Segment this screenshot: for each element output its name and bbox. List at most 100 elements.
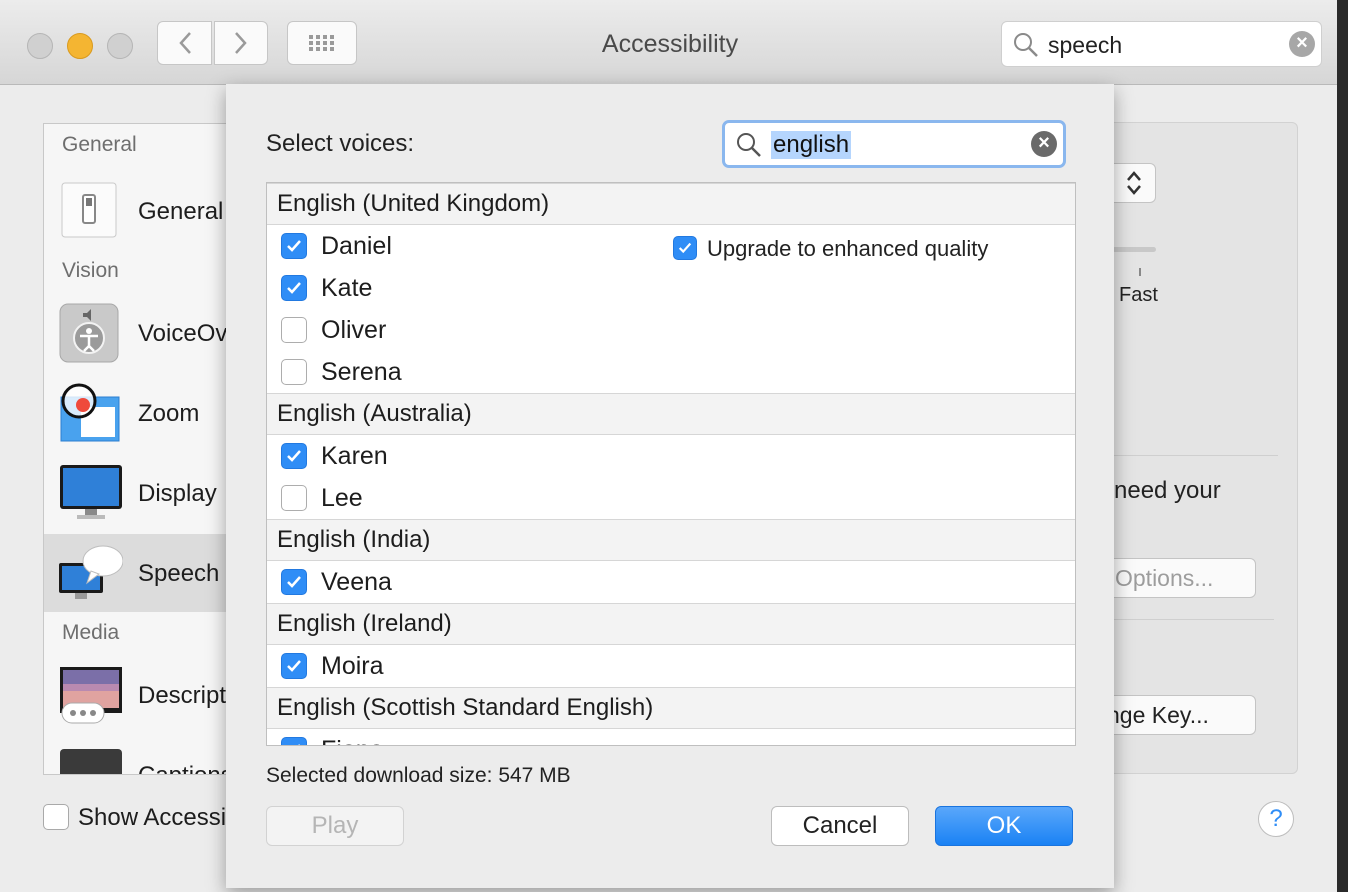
fast-label: Fast xyxy=(1119,284,1158,306)
group-header: English (Australia) xyxy=(267,393,1075,435)
sidebar-item-display[interactable]: Display xyxy=(44,454,229,532)
preferences-search-text: speech xyxy=(1048,32,1123,58)
accessibility-sidebar: General General Vision VoiceOver Zoom Di xyxy=(43,123,230,775)
voices-search-text: english xyxy=(771,131,852,159)
select-voices-sheet: Select voices: english × English (United… xyxy=(226,84,1114,888)
voices-search-field[interactable]: english × xyxy=(722,120,1066,168)
voice-name: Daniel xyxy=(321,232,392,260)
sidebar-item-voiceover[interactable]: VoiceOver xyxy=(44,294,229,372)
group-header: English (India) xyxy=(267,519,1075,561)
chevron-right-icon xyxy=(235,32,247,54)
sidebar-item-captions[interactable]: Captions xyxy=(44,736,229,774)
voice-row-moira[interactable]: Moira xyxy=(267,645,1075,687)
sidebar-item-descriptions[interactable]: Descriptions xyxy=(44,656,229,734)
voices-list[interactable]: English (United Kingdom) Daniel Upgrade … xyxy=(266,182,1076,746)
voice-row-kate[interactable]: Kate xyxy=(267,267,1075,309)
slider-tick xyxy=(1139,268,1141,276)
options-button[interactable]: Options... xyxy=(1106,558,1256,598)
sidebar-item-label: VoiceOver xyxy=(138,320,229,347)
checkbox-checked[interactable] xyxy=(281,443,307,469)
checkbox-checked[interactable] xyxy=(281,233,307,259)
voice-name: Karen xyxy=(321,442,388,470)
voiceover-icon xyxy=(59,303,119,363)
ok-button[interactable]: OK xyxy=(935,806,1073,846)
voice-row-fiona[interactable]: Fiona xyxy=(267,729,1075,745)
checkbox-unchecked[interactable] xyxy=(281,485,307,511)
minimize-window-button[interactable] xyxy=(67,33,93,59)
back-button[interactable] xyxy=(157,21,212,65)
up-down-chevron-icon xyxy=(1127,171,1141,195)
sidebar-header-general: General xyxy=(62,133,137,156)
show-accessibility-label: Show Accessibility status in menu bar xyxy=(78,804,226,831)
download-size-label: Selected download size: 547 MB xyxy=(266,764,571,787)
search-icon xyxy=(737,133,761,157)
speech-icon xyxy=(59,543,124,601)
clear-search-icon[interactable]: × xyxy=(1289,31,1315,57)
window-title: Accessibility xyxy=(601,30,739,58)
sidebar-item-label: Captions xyxy=(138,762,229,774)
checkbox-checked[interactable] xyxy=(281,275,307,301)
sidebar-item-label: Speech xyxy=(138,560,220,587)
checkbox-checked[interactable] xyxy=(281,737,307,745)
checkbox-checked[interactable] xyxy=(281,569,307,595)
voice-row-oliver[interactable]: Oliver xyxy=(267,309,1075,351)
play-button[interactable]: Play xyxy=(266,806,404,846)
voice-row-daniel[interactable]: Daniel Upgrade to enhanced quality xyxy=(267,225,1075,267)
change-key-button-label: nge Key... xyxy=(1107,702,1209,728)
upgrade-label: Upgrade to enhanced quality xyxy=(707,236,989,261)
title-bar: Accessibility speech × xyxy=(0,0,1337,85)
options-button-label: Options... xyxy=(1115,565,1214,591)
voice-name: Veena xyxy=(321,568,392,596)
voice-name: Serena xyxy=(321,358,402,386)
sidebar-item-label: Display xyxy=(138,480,217,507)
sidebar-item-zoom[interactable]: Zoom xyxy=(44,374,229,452)
speech-settings-panel: Fast need your Options... nge Key... xyxy=(1106,122,1298,774)
voice-name: Oliver xyxy=(321,316,387,344)
hint-text: need your xyxy=(1114,477,1221,504)
voice-row-lee[interactable]: Lee xyxy=(267,477,1075,519)
voice-row-karen[interactable]: Karen xyxy=(267,435,1075,477)
voice-row-serena[interactable]: Serena xyxy=(267,351,1075,393)
captions-icon xyxy=(59,745,122,774)
checkbox-checked[interactable] xyxy=(281,653,307,679)
sidebar-item-speech[interactable]: Speech xyxy=(44,534,229,612)
change-key-button[interactable]: nge Key... xyxy=(1106,695,1256,735)
sidebar-header-media: Media xyxy=(62,621,120,644)
sidebar-item-label: General xyxy=(138,198,224,225)
voice-name: Kate xyxy=(321,274,373,302)
cancel-button[interactable]: Cancel xyxy=(771,806,909,846)
group-header: English (Ireland) xyxy=(267,603,1075,645)
chevron-left-icon xyxy=(178,32,191,54)
voice-name: Moira xyxy=(321,652,384,680)
switch-icon xyxy=(59,181,119,239)
upgrade-checkbox[interactable] xyxy=(673,236,697,260)
group-header: English (Scottish Standard English) xyxy=(267,687,1075,729)
display-icon xyxy=(59,463,122,521)
clear-search-icon[interactable]: × xyxy=(1031,131,1057,157)
show-accessibility-checkbox[interactable] xyxy=(43,804,69,830)
show-all-button[interactable] xyxy=(287,21,357,65)
select-voices-label: Select voices: xyxy=(266,130,415,157)
voice-name: Lee xyxy=(321,484,363,512)
voice-name: Fiona xyxy=(321,736,384,745)
sidebar-item-label: Descriptions xyxy=(138,682,230,709)
descriptions-icon xyxy=(59,665,122,724)
grid-icon xyxy=(309,35,334,51)
search-icon xyxy=(1014,33,1038,57)
preferences-search-field[interactable]: speech × xyxy=(1001,21,1322,67)
sidebar-header-vision: Vision xyxy=(62,259,119,282)
checkbox-unchecked[interactable] xyxy=(281,359,307,385)
help-icon[interactable]: ? xyxy=(1258,801,1294,837)
divider xyxy=(1112,619,1274,620)
forward-button[interactable] xyxy=(214,21,268,65)
zoom-icon xyxy=(59,383,120,442)
checkbox-unchecked[interactable] xyxy=(281,317,307,343)
sidebar-item-label: Zoom xyxy=(138,400,200,427)
zoom-window-button[interactable] xyxy=(107,33,133,59)
group-header: English (United Kingdom) xyxy=(267,183,1075,225)
sidebar-item-general[interactable]: General xyxy=(44,172,229,250)
speaking-rate-slider-track[interactable] xyxy=(1112,247,1156,252)
close-window-button[interactable] xyxy=(27,33,53,59)
divider xyxy=(1112,455,1278,456)
voice-row-veena[interactable]: Veena xyxy=(267,561,1075,603)
